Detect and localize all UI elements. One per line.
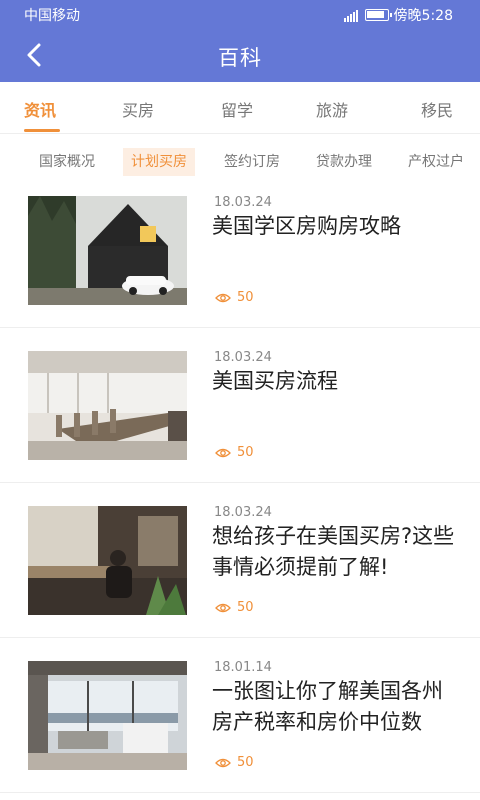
signal-icon (343, 8, 359, 22)
tab-news[interactable]: 资讯 (24, 97, 56, 121)
view-count: 50 (215, 445, 254, 460)
article-item[interactable]: 18.03.24 美国买房流程 50 (0, 328, 480, 483)
tab-travel[interactable]: 旅游 (316, 97, 348, 121)
article-thumbnail (28, 196, 187, 305)
article-date: 18.03.24 (214, 350, 272, 365)
article-date: 18.01.14 (214, 660, 272, 675)
tab-immigration[interactable]: 移民 (421, 97, 453, 121)
article-thumbnail (28, 506, 187, 615)
eye-icon (215, 448, 231, 457)
page-title: 百科 (218, 46, 262, 70)
article-thumbnail (28, 351, 187, 460)
view-count-value: 50 (237, 290, 254, 305)
article-title: 美国学区房购房攻略 (212, 214, 401, 238)
article-title: 美国买房流程 (212, 369, 338, 393)
article-thumbnail (28, 661, 187, 770)
article-item[interactable]: 18.03.24 美国学区房购房攻略 50 (0, 173, 480, 328)
article-date: 18.03.24 (214, 195, 272, 210)
article-date: 18.03.24 (214, 505, 272, 520)
carrier-name: 中国移动 (24, 8, 80, 24)
tab-buy-house[interactable]: 买房 (122, 97, 154, 121)
active-tab-indicator (24, 129, 60, 132)
eye-icon (215, 603, 231, 612)
view-count-value: 50 (237, 600, 254, 615)
status-right: 傍晚5:28 (343, 5, 453, 25)
tab-study-abroad[interactable]: 留学 (221, 97, 253, 121)
view-count: 50 (215, 600, 254, 615)
subtab-title-transfer[interactable]: 产权过户 (408, 148, 464, 176)
main-tabs: 资讯 买房 留学 旅游 移民 (0, 82, 480, 134)
article-title: 想给孩子在美国买房?这些事情必须提前了解! (212, 524, 455, 579)
nav-bar: 百科 (0, 28, 480, 82)
subtab-sign-contract[interactable]: 签约订房 (224, 148, 280, 176)
status-time: 傍晚5:28 (393, 8, 453, 24)
view-count-value: 50 (237, 445, 254, 460)
subtab-plan-purchase[interactable]: 计划买房 (123, 148, 195, 176)
subtab-country-overview[interactable]: 国家概况 (39, 148, 95, 176)
eye-icon (215, 293, 231, 302)
view-count: 50 (215, 755, 254, 770)
view-count: 50 (215, 290, 254, 305)
app-header: 中国移动 傍晚5:28 百科 (0, 0, 480, 82)
article-title: 一张图让你了解美国各州房产税率和房价中位数 (212, 679, 443, 734)
battery-icon (364, 9, 392, 21)
eye-icon (215, 758, 231, 767)
article-item[interactable]: 18.01.14 一张图让你了解美国各州房产税率和房价中位数 50 (0, 638, 480, 793)
status-bar: 中国移动 傍晚5:28 (0, 0, 480, 28)
subtab-loan[interactable]: 贷款办理 (316, 148, 372, 176)
view-count-value: 50 (237, 755, 254, 770)
article-item[interactable]: 18.03.24 想给孩子在美国买房?这些事情必须提前了解! 50 (0, 483, 480, 638)
